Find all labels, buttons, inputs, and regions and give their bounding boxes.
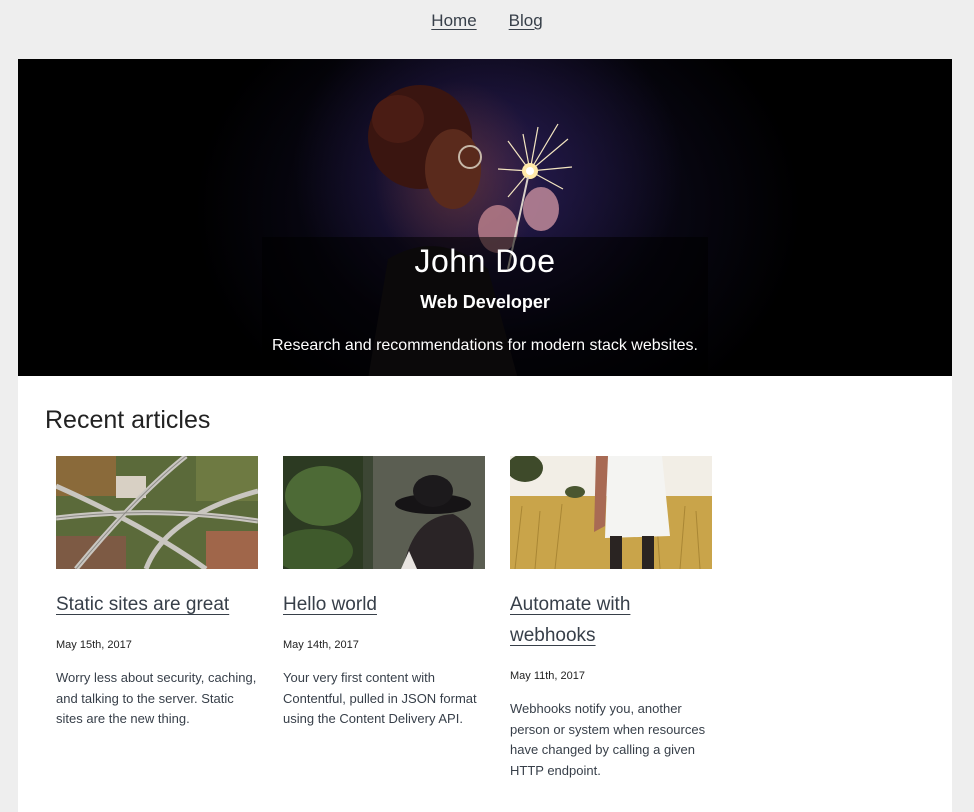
hero-job-title: Web Developer: [420, 292, 550, 312]
article-description: Webhooks notify you, another person or s…: [510, 701, 706, 778]
article-date: May 11th, 2017: [510, 670, 586, 682]
article-card: Hello world May 14th, 2017 Your very fir…: [283, 456, 485, 730]
article-description: Worry less about security, caching, and …: [56, 670, 257, 726]
hero-name: John Doe: [414, 243, 556, 279]
article-thumbnail-highway[interactable]: [56, 456, 258, 569]
article-title-link[interactable]: Static sites are great: [56, 589, 258, 620]
hero-tagline: Research and recommendations for modern …: [272, 337, 698, 354]
article-card: Automate with webhooks May 11th, 2017 We…: [510, 456, 712, 781]
article-card: Static sites are great May 15th, 2017 Wo…: [56, 456, 258, 730]
article-date: May 15th, 2017: [56, 639, 132, 651]
article-thumbnail-field[interactable]: [510, 456, 712, 569]
article-title-link[interactable]: Hello world: [283, 589, 485, 620]
nav-link-home[interactable]: Home: [431, 11, 476, 31]
article-title-link[interactable]: Automate with webhooks: [510, 589, 712, 651]
article-date: May 14th, 2017: [283, 639, 359, 651]
nav-link-blog[interactable]: Blog: [509, 11, 543, 31]
section-heading: Recent articles: [45, 406, 211, 434]
main-content: Recent articles Static sites are great M…: [18, 376, 952, 812]
article-description: Your very first content with Contentful,…: [283, 670, 477, 726]
hero-banner: John Doe Web Developer Research and reco…: [18, 59, 952, 376]
top-nav: Home Blog: [0, 0, 974, 42]
article-thumbnail-hat[interactable]: [283, 456, 485, 569]
